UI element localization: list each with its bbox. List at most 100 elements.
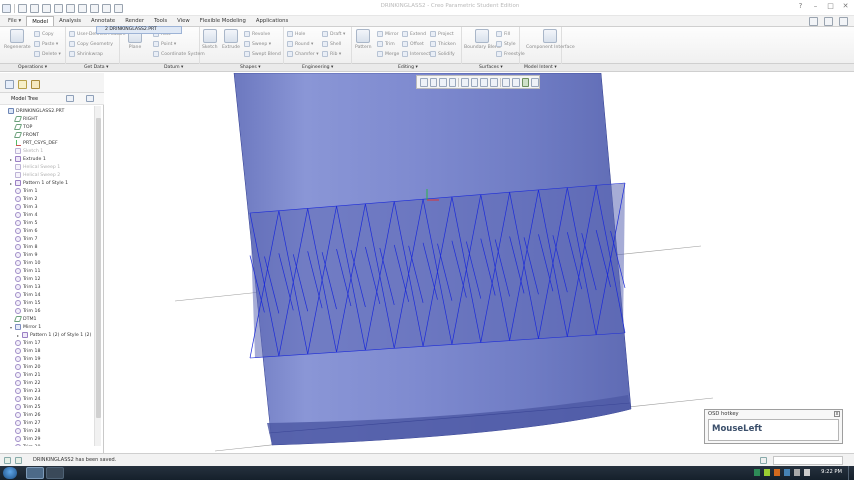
extend-button[interactable]: Extend (402, 30, 430, 38)
tree-node[interactable]: Trim 24 (9, 395, 40, 403)
round-button[interactable]: Round ▾ (287, 40, 319, 48)
maximize-icon[interactable]: □ (826, 2, 835, 11)
draft-button[interactable]: Draft ▾ (322, 30, 345, 38)
repaint-icon[interactable] (448, 77, 457, 87)
volume-icon[interactable] (804, 469, 810, 476)
tree-node[interactable]: ▾ Mirror 1 (9, 323, 41, 331)
tree-node[interactable]: FRONT (9, 131, 39, 139)
tree-node[interactable]: Helical Sweep 2 (9, 171, 60, 179)
model-tree-scrollbar[interactable] (94, 106, 101, 446)
copy-geometry-button[interactable]: Copy Geometry (69, 40, 126, 48)
tab-annotate[interactable]: Annotate (86, 16, 120, 26)
tree-node[interactable]: Trim 10 (9, 259, 40, 267)
engineering-group-label[interactable]: Engineering ▾ (302, 65, 333, 70)
tree-node[interactable]: Sketch 1 (9, 147, 43, 155)
swept-blend-button[interactable]: Swept Blend (244, 50, 281, 58)
tree-node[interactable]: PRT_CSYS_DEF (9, 139, 58, 147)
show-desktop-button[interactable] (848, 466, 854, 480)
new-file-icon[interactable] (18, 3, 27, 13)
close-window-icon[interactable] (102, 3, 111, 13)
save-icon[interactable] (42, 3, 51, 13)
hole-button[interactable]: Hole (287, 30, 319, 38)
tree-node[interactable]: Trim 6 (9, 227, 37, 235)
model-tree-tab-icon[interactable] (5, 80, 14, 89)
tree-node[interactable]: ▸ Pattern 1 (2) of Style 1 (2) (16, 331, 91, 339)
tree-node[interactable]: Trim 28 (9, 427, 40, 435)
surfaces-group-label[interactable]: Surfaces ▾ (479, 65, 503, 70)
tree-node[interactable]: Trim 23 (9, 387, 40, 395)
tab-model[interactable]: Model (26, 16, 55, 26)
sketch-button[interactable]: Sketch (202, 29, 217, 50)
tree-node[interactable]: Trim 4 (9, 211, 37, 219)
tree-node[interactable]: DRINKINGLASS2.PRT (2, 107, 64, 115)
undo-icon[interactable] (54, 3, 63, 13)
help-center-icon[interactable] (839, 17, 848, 26)
tray-icon[interactable] (754, 469, 760, 476)
tree-node[interactable]: Trim 15 (9, 299, 40, 307)
taskbar-clock[interactable]: 9:22 PM (821, 469, 842, 475)
saved-orientations-icon[interactable] (470, 77, 479, 87)
tray-icon[interactable] (764, 469, 770, 476)
tree-node[interactable]: Trim 25 (9, 403, 40, 411)
folder-browser-icon[interactable] (18, 80, 27, 89)
shrinkwrap-button[interactable]: Shrinkwrap (69, 50, 126, 58)
trim-button[interactable]: Trim (377, 40, 399, 48)
tree-node[interactable]: Trim 7 (9, 235, 37, 243)
view-manager-icon[interactable] (480, 77, 489, 87)
show-navigator-icon[interactable] (4, 457, 11, 464)
model-intent-group-label[interactable]: Model Intent ▾ (524, 65, 557, 70)
revolve-button[interactable]: Revolve (244, 30, 281, 38)
coordinate-system-button[interactable]: Coordinate System (153, 50, 205, 58)
thicken-button[interactable]: Thicken (430, 40, 456, 48)
start-button-icon[interactable] (3, 467, 17, 479)
regenerate-button[interactable]: Regenerate (4, 29, 31, 50)
scrollbar-thumb[interactable] (96, 118, 101, 418)
close-icon[interactable]: ✕ (841, 2, 850, 11)
tree-node[interactable]: Trim 12 (9, 275, 40, 283)
model-viewport[interactable] (105, 73, 854, 453)
mirror-button[interactable]: Mirror (377, 30, 399, 38)
datum-display-filters-icon[interactable] (502, 77, 511, 87)
tree-node[interactable]: ▸ Extrude 1 (9, 155, 46, 163)
sweep-button[interactable]: Sweep ▾ (244, 40, 281, 48)
explorer-taskbar-icon[interactable] (46, 467, 64, 479)
recent-file-item[interactable]: 2 DRINKINGLASS2.PRT (96, 26, 182, 34)
rib-button[interactable]: Rib ▾ (322, 50, 345, 58)
favorites-icon[interactable] (31, 80, 40, 89)
close-icon[interactable]: x (834, 411, 840, 417)
redo-icon[interactable] (66, 3, 75, 13)
refit-icon[interactable] (420, 77, 428, 87)
show-settings-icon[interactable] (86, 95, 94, 102)
tree-node[interactable]: TOP (9, 123, 32, 131)
delete-button[interactable]: Delete ▾ (34, 50, 61, 58)
tree-node[interactable]: Trim 17 (9, 339, 40, 347)
datum-group-label[interactable]: Datum ▾ (164, 65, 183, 70)
tree-node[interactable]: Trim 22 (9, 379, 40, 387)
tree-filters-icon[interactable] (66, 95, 74, 102)
creo-taskbar-icon[interactable] (26, 467, 44, 479)
expand-toggle-icon[interactable]: ▾ (9, 325, 13, 330)
tree-node[interactable]: DTM1 (9, 315, 37, 323)
help-icon[interactable]: ? (796, 2, 805, 11)
search-icon[interactable] (824, 17, 833, 26)
paste-button[interactable]: Paste ▾ (34, 40, 61, 48)
copy-button[interactable]: Copy (34, 30, 61, 38)
network-icon[interactable] (794, 469, 800, 476)
tab-flexible-modeling[interactable]: Flexible Modeling (195, 16, 251, 26)
point-button[interactable]: Point ▾ (153, 40, 205, 48)
tab-tools[interactable]: Tools (149, 16, 172, 26)
tree-node[interactable]: Trim 5 (9, 219, 37, 227)
tab-view[interactable]: View (172, 16, 195, 26)
minimize-ribbon-icon[interactable] (809, 17, 818, 26)
chamfer-button[interactable]: Chamfer ▾ (287, 50, 319, 58)
tree-node[interactable]: Trim 18 (9, 347, 40, 355)
tree-node[interactable]: Trim 8 (9, 243, 37, 251)
smart-filter-dropdown[interactable] (773, 456, 843, 465)
tree-node[interactable]: ▸ Pattern 1 of Style 1 (9, 179, 68, 187)
get-data-group-label[interactable]: Get Data ▾ (84, 65, 108, 70)
customize-icon[interactable] (114, 3, 123, 13)
tree-node[interactable]: Trim 20 (9, 363, 40, 371)
tree-node[interactable]: Trim 13 (9, 283, 40, 291)
editing-group-label[interactable]: Editing ▾ (398, 65, 418, 70)
selection-filter-icon[interactable] (760, 457, 767, 464)
